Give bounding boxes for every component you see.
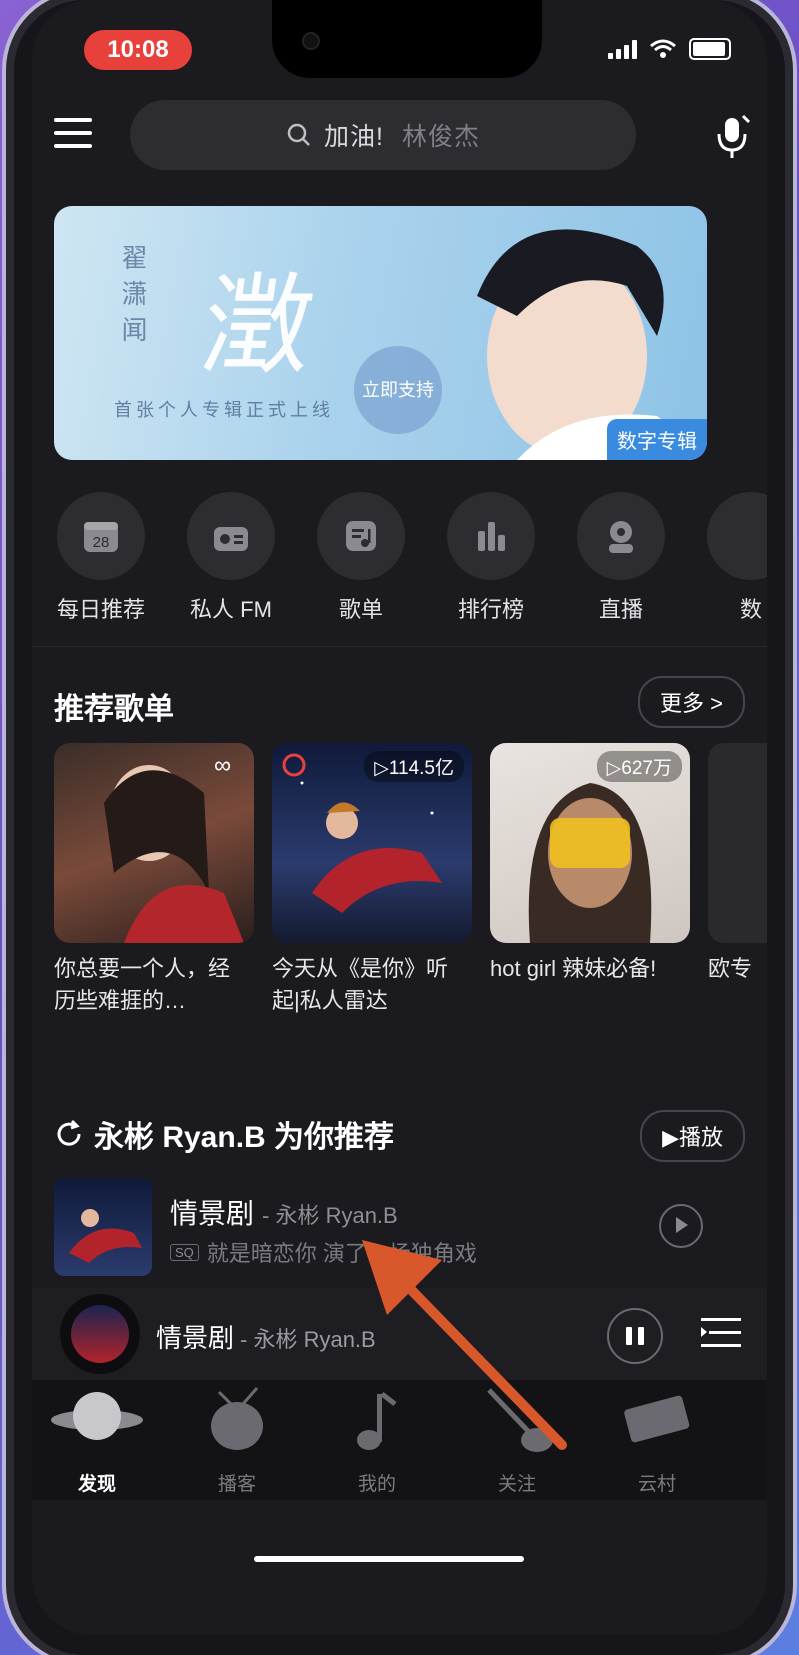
home-indicator bbox=[254, 1556, 524, 1562]
banner-tag: 数字专辑 bbox=[607, 419, 707, 460]
cover-art: ∞ bbox=[104, 752, 244, 943]
top-bar: 加油! 林俊杰 bbox=[32, 100, 767, 174]
status-time: 10:08 bbox=[84, 30, 192, 70]
tab-mine[interactable]: 我的 bbox=[312, 1380, 442, 1496]
notch bbox=[272, 0, 542, 78]
guitar-icon bbox=[487, 1388, 553, 1452]
tab-bar: 发现 播客 我的 关注 云村 bbox=[32, 1380, 767, 1500]
song-cover bbox=[54, 1178, 152, 1276]
recommend-section-header: 永彬 Ryan.B 为你推荐 ▶播放 bbox=[54, 1110, 745, 1162]
playlist-card[interactable]: 欧专 bbox=[708, 743, 767, 985]
microphone-icon[interactable] bbox=[713, 112, 753, 160]
search-icon bbox=[287, 123, 310, 146]
recommend-title: 永彬 Ryan.B 为你推荐 bbox=[94, 1121, 395, 1154]
playlist-card[interactable]: ∞ 你总要一个人，经历些难捱的… bbox=[54, 743, 254, 1017]
song-row[interactable]: 情景剧 - 永彬 Ryan.B SQ 就是暗恋你 演了一场独角戏 bbox=[54, 1178, 745, 1278]
banner-artist: 翟潇闻 bbox=[117, 244, 147, 352]
quick-playlist[interactable]: 歌单 bbox=[306, 492, 416, 624]
banner-subtitle: 首张个人专辑正式上线 bbox=[114, 400, 334, 421]
song-lyric: 就是暗恋你 演了一场独角戏 bbox=[206, 1241, 477, 1266]
mini-player-disc bbox=[60, 1294, 140, 1374]
playlist-card[interactable]: ▷627万 hot girl 辣妹必备! bbox=[490, 743, 690, 985]
pause-button[interactable] bbox=[607, 1308, 663, 1364]
playlist-card[interactable]: ▷114.5亿 今天从《是你》听起|私人雷达 bbox=[272, 743, 472, 1017]
camera-icon bbox=[302, 32, 320, 50]
more-button[interactable]: 更多 > bbox=[638, 676, 745, 728]
radio-icon bbox=[214, 527, 248, 551]
search-placeholder: 加油! 林俊杰 bbox=[324, 123, 480, 151]
playlist-cover: ∞ bbox=[54, 743, 254, 943]
song-title: 情景剧 - 永彬 Ryan.B bbox=[170, 1198, 398, 1229]
divider bbox=[32, 646, 767, 647]
quick-more[interactable]: 数 bbox=[696, 492, 767, 624]
planet-icon bbox=[51, 1392, 143, 1440]
playlist-cards: ∞ 你总要一个人，经历些难捱的… ▷114.5亿 今天从《是你》听起|私人雷达 bbox=[54, 743, 767, 1043]
quick-actions: 28 每日推荐 私人 FM 歌单 排行榜 直播 数 bbox=[32, 492, 767, 622]
playlist-cover bbox=[708, 743, 767, 943]
svg-text:∞: ∞ bbox=[214, 752, 231, 779]
song-subtitle: SQ 就是暗恋你 演了一场独角戏 bbox=[170, 1236, 477, 1268]
search-bar[interactable]: 加油! 林俊杰 bbox=[130, 100, 636, 170]
queue-icon[interactable] bbox=[701, 1314, 741, 1352]
mini-player[interactable]: 情景剧 - 永彬 Ryan.B bbox=[32, 1288, 767, 1380]
quick-daily[interactable]: 28 每日推荐 bbox=[46, 492, 156, 624]
music-note-icon bbox=[357, 1392, 397, 1450]
song-cover-art bbox=[69, 1209, 142, 1263]
tab-discover[interactable]: 发现 bbox=[32, 1380, 162, 1496]
playlist-section-header: 推荐歌单 更多 > bbox=[54, 676, 745, 728]
play-all-button[interactable]: ▶播放 bbox=[640, 1110, 745, 1162]
phone-frame: 10:08 加油! 林俊杰 翟潇闻 澂 首张个人专辑正式上线 立即支持 数字专辑… bbox=[14, 0, 785, 1655]
playlist-icon bbox=[346, 521, 376, 551]
mini-player-title: 情景剧 - 永彬 Ryan.B bbox=[156, 1323, 376, 1353]
tab-village[interactable]: 云村 bbox=[592, 1380, 722, 1496]
tab-follow[interactable]: 关注 bbox=[452, 1380, 582, 1496]
menu-icon[interactable] bbox=[54, 118, 92, 150]
refresh-icon[interactable] bbox=[54, 1119, 84, 1149]
playlist-cover: ▷114.5亿 bbox=[272, 743, 472, 943]
song-play-icon[interactable] bbox=[659, 1204, 703, 1248]
wifi-icon bbox=[650, 39, 676, 58]
calendar-icon: 28 bbox=[84, 522, 118, 552]
quick-fm[interactable]: 私人 FM bbox=[176, 492, 286, 624]
signal-icon bbox=[608, 39, 637, 59]
keyboard-icon bbox=[624, 1395, 690, 1443]
play-count: ▷114.5亿 bbox=[364, 751, 464, 782]
quick-live[interactable]: 直播 bbox=[566, 492, 676, 624]
live-icon bbox=[609, 521, 633, 553]
status-indicators bbox=[608, 38, 731, 60]
tv-icon bbox=[211, 1387, 263, 1450]
chart-icon bbox=[478, 522, 505, 551]
quick-charts[interactable]: 排行榜 bbox=[436, 492, 546, 624]
play-count: ▷627万 bbox=[596, 751, 682, 782]
app-screen: 10:08 加油! 林俊杰 翟潇闻 澂 首张个人专辑正式上线 立即支持 数字专辑… bbox=[32, 0, 767, 1635]
promo-banner[interactable]: 翟潇闻 澂 首张个人专辑正式上线 立即支持 数字专辑 bbox=[54, 206, 707, 460]
svg-text:28: 28 bbox=[93, 534, 110, 551]
banner-album-title: 澂 bbox=[193, 262, 322, 390]
tab-podcast[interactable]: 播客 bbox=[172, 1380, 302, 1496]
quality-badge: SQ bbox=[170, 1243, 199, 1261]
battery-icon bbox=[689, 38, 731, 60]
playlist-cover: ▷627万 bbox=[490, 743, 690, 943]
